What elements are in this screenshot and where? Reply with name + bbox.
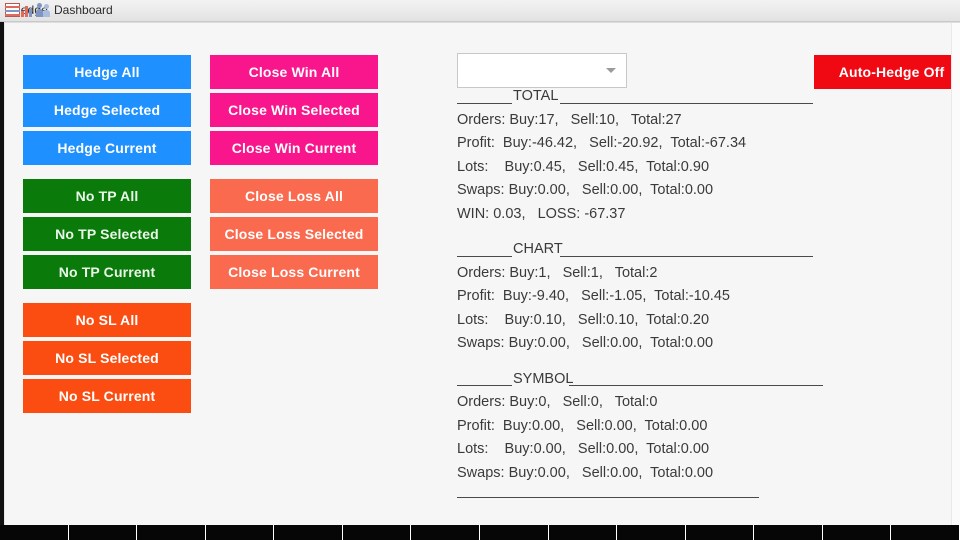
no-tp-all-button-label: No TP All [75,188,139,204]
stat-line: Profit: Buy:0.00, Sell:0.00, Total:0.00 [457,417,708,434]
section-rule-right [560,102,813,104]
no-sl-current-button-label: No SL Current [58,388,156,404]
window-right-gutter [951,23,960,525]
no-sl-all-button-label: No SL All [75,312,139,328]
section-label: TOTAL [513,88,559,104]
section-rule-left [457,102,512,104]
no-tp-current-button-label: No TP Current [58,264,156,280]
statistics-panel: TOTAL Orders: Buy:17, Sell:10, Total:27 Pr… [457,85,887,507]
window-content: Hedge All Hedge Selected Hedge Current No T… [4,22,960,525]
close-win-current-button[interactable]: Close Win Current [210,131,378,165]
section-rule-left [457,255,512,257]
stat-line: Profit: Buy:-46.42, Sell:-20.92, Total:-… [457,135,747,151]
taskbar-cell[interactable] [686,525,755,540]
stat-line: Lots: Buy:0.45, Sell:0.45, Total:0.90 [457,158,710,175]
taskbar-cell[interactable] [411,525,480,540]
close-win-all-button-label: Close Win All [248,64,340,80]
no-sl-current-button[interactable]: No SL Current [23,379,191,413]
stat-line: Swaps: Buy:0.00, Sell:0.00, Total:0.00 [457,335,714,351]
document-icon [5,3,20,17]
stat-line: Orders: Buy:17, Sell:10, Total:27 [457,111,682,128]
section-label: SYMBOL [513,370,574,387]
close-loss-all-button-label: Close Loss All [244,188,344,204]
close-win-selected-button[interactable]: Close Win Selected [210,93,378,127]
window-titlebar: Hedge Dashboard Dashboard [0,0,960,22]
hedge-all-button[interactable]: Hedge All [23,55,191,89]
chart-icon [21,3,35,17]
taskbar-cell[interactable] [823,525,892,540]
no-sl-all-button[interactable]: No SL All [23,303,191,337]
close-loss-selected-button-label: Close Loss Selected [224,226,364,242]
no-tp-selected-button[interactable]: No TP Selected [23,217,191,251]
close-win-all-button[interactable]: Close Win All [210,55,378,89]
panel-bottom-rule [457,485,887,507]
stat-line: Orders: Buy:0, Sell:0, Total:0 [457,394,658,410]
chevron-down-icon [606,68,616,73]
hedge-current-button[interactable]: Hedge Current [23,131,191,165]
bottom-rule-line [457,497,759,498]
taskbar-cell[interactable] [617,525,686,540]
no-tp-current-button[interactable]: No TP Current [23,255,191,289]
auto-hedge-toggle-button[interactable]: Auto-Hedge Off [814,55,960,89]
people-icon [36,3,52,17]
hedge-selected-button[interactable]: Hedge Selected [23,93,191,127]
section-rule-right [560,255,813,257]
section-label: CHART [513,241,563,257]
taskbar-cell[interactable] [343,525,412,540]
taskbar-cell[interactable] [69,525,138,540]
close-win-current-button-label: Close Win Current [231,140,357,156]
window-frame: Hedge All Hedge Selected Hedge Current No T… [0,22,960,525]
symbol-select[interactable] [457,53,627,88]
close-loss-all-button[interactable]: Close Loss All [210,179,378,213]
dashboard-window: Hedge Dashboard Dashboard [0,0,960,540]
no-tp-all-button[interactable]: No TP All [23,179,191,213]
no-sl-selected-button[interactable]: No SL Selected [23,341,191,375]
section-rule-right [569,385,823,386]
stat-line: Swaps: Buy:0.00, Sell:0.00, Total:0.00 [457,464,714,481]
close-loss-selected-button[interactable]: Close Loss Selected [210,217,378,251]
stat-line: Profit: Buy:-9.40, Sell:-1.05, Total:-10… [457,288,730,304]
stat-line: Orders: Buy:1, Sell:1, Total:2 [457,264,658,281]
taskbar-cell[interactable] [891,525,960,540]
section-rule-left [457,385,512,386]
taskbar-cell[interactable] [137,525,206,540]
auto-hedge-toggle-button-label: Auto-Hedge Off [838,64,945,80]
section-header-chart: CHART [457,238,887,262]
taskbar-cell[interactable] [480,525,549,540]
stat-line: Swaps: Buy:0.00, Sell:0.00, Total:0.00 [457,182,714,198]
window-title-visible: Dashboard [51,3,113,17]
section-header-symbol: SYMBOL [457,368,887,392]
stat-line: Lots: Buy:0.00, Sell:0.00, Total:0.00 [457,441,710,457]
taskbar-cell[interactable] [274,525,343,540]
hedge-current-button-label: Hedge Current [57,140,157,156]
close-loss-current-button-label: Close Loss Current [228,264,360,280]
section-header-total: TOTAL [457,85,887,109]
hedge-selected-button-label: Hedge Selected [53,102,161,118]
close-loss-current-button[interactable]: Close Loss Current [210,255,378,289]
close-win-selected-button-label: Close Win Selected [228,102,360,118]
bottom-taskbar[interactable] [0,525,960,540]
hedge-all-button-label: Hedge All [74,64,140,80]
stat-line: WIN: 0.03, LOSS: -67.37 [457,205,626,222]
taskbar-cell[interactable] [206,525,275,540]
taskbar-cell[interactable] [549,525,618,540]
no-sl-selected-button-label: No SL Selected [55,350,159,366]
taskbar-cell[interactable] [754,525,823,540]
no-tp-selected-button-label: No TP Selected [55,226,159,242]
stat-line: Lots: Buy:0.10, Sell:0.10, Total:0.20 [457,311,710,328]
taskbar-cell[interactable] [0,525,69,540]
